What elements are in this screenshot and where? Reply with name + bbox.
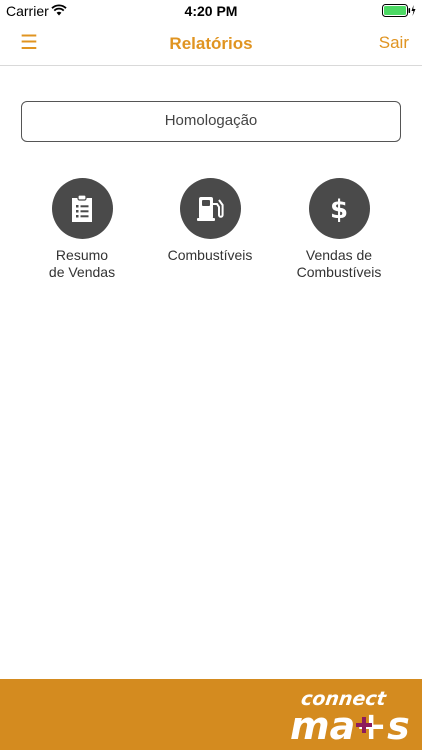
- page-title: Relatórios: [169, 34, 253, 53]
- report-vendas-combustiveis[interactable]: $ Vendas de Combustíveis: [274, 178, 404, 281]
- navigation-bar: ☰ Relatórios Sair: [0, 22, 422, 66]
- report-resumo-vendas[interactable]: Resumo de Vendas: [17, 178, 147, 281]
- connect-mais-logo: connect ma+s: [290, 687, 410, 745]
- status-bar: Carrier 4:20 PM: [0, 0, 422, 22]
- report-label: Vendas de Combustíveis: [296, 247, 382, 280]
- report-label: Combustíveis: [167, 247, 253, 263]
- dollar-icon: $: [308, 178, 370, 239]
- environment-selector[interactable]: Homologação: [21, 101, 401, 142]
- battery-charging-icon: [382, 4, 416, 17]
- report-label: Resumo de Vendas: [48, 247, 116, 280]
- fuel-pump-icon: [179, 178, 241, 239]
- brand-line2: ma+s: [290, 704, 410, 745]
- logout-button[interactable]: Sair: [379, 33, 409, 53]
- report-combustiveis[interactable]: Combustíveis: [145, 178, 275, 264]
- footer-banner: connect ma+s: [0, 679, 422, 750]
- svg-text:$: $: [330, 195, 348, 224]
- status-time: 4:20 PM: [184, 3, 238, 19]
- clipboard-list-icon: [51, 178, 113, 239]
